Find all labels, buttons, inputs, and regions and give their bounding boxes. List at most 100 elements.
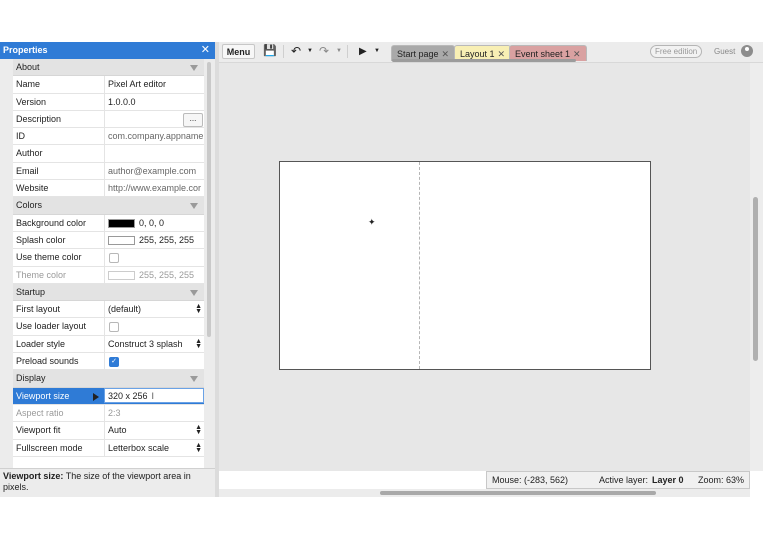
scrollbar-thumb[interactable]: [380, 491, 656, 495]
prop-email[interactable]: Email author@example.com: [13, 162, 204, 181]
first-layout-select[interactable]: (default) ▲ ▼: [104, 301, 204, 319]
select-value: Auto: [108, 425, 127, 436]
layout-vertical-scrollbar[interactable]: [750, 63, 763, 471]
prop-label: Splash color: [16, 234, 66, 245]
prop-name[interactable]: Name Pixel Art editor: [13, 76, 204, 94]
redo-icon[interactable]: ↷: [319, 44, 329, 59]
prop-value: 255, 255, 255: [104, 231, 204, 249]
author-value[interactable]: [105, 148, 108, 158]
loader-style-select[interactable]: Construct 3 splash ▲ ▼: [104, 335, 204, 353]
prop-value: 0, 0, 0: [104, 214, 204, 232]
prop-label: Viewport size: [16, 390, 70, 401]
expand-arrow-icon[interactable]: [93, 392, 99, 401]
prop-loader-style[interactable]: Loader style Construct 3 splash ▲ ▼: [13, 335, 204, 354]
prop-value: 255, 255, 255: [104, 266, 204, 284]
close-icon[interactable]: ✕: [573, 49, 581, 59]
prop-use-loader-layout[interactable]: Use loader layout: [13, 318, 204, 336]
undo-icon[interactable]: ↶: [291, 44, 301, 59]
section-startup[interactable]: Startup: [13, 283, 204, 302]
prop-value: 2:3: [104, 404, 204, 422]
section-display[interactable]: Display: [13, 370, 204, 388]
viewport-size-input[interactable]: 320 x 256 I: [104, 387, 204, 403]
section-label: About: [16, 62, 40, 72]
dropdown-arrow-icon[interactable]: ▼: [336, 44, 342, 59]
text-cursor-icon: I: [151, 390, 155, 401]
layout-canvas[interactable]: ✦: [279, 161, 651, 370]
prop-description[interactable]: Description ...: [13, 110, 204, 129]
section-colors[interactable]: Colors: [13, 197, 204, 215]
prop-first-layout[interactable]: First layout (default) ▲ ▼: [13, 301, 204, 319]
prop-version[interactable]: Version 1.0.0.0: [13, 93, 204, 111]
prop-label: Use loader layout: [16, 321, 87, 332]
aspect-ratio-value: 2:3: [108, 407, 121, 418]
tab-scrollbar[interactable]: [392, 59, 576, 62]
preload-sounds-checkbox[interactable]: ✓: [109, 356, 119, 367]
close-icon[interactable]: ✕: [442, 49, 450, 59]
description-value[interactable]: [105, 114, 108, 124]
prop-label: Description: [16, 113, 62, 124]
zoom-level: Zoom: 63%: [698, 475, 745, 485]
name-value[interactable]: Pixel Art editor: [105, 79, 166, 89]
theme-color-value: 255, 255, 255: [139, 269, 195, 280]
prop-label: First layout: [16, 304, 61, 315]
guest-label[interactable]: Guest: [714, 45, 735, 58]
section-about[interactable]: About: [13, 59, 204, 77]
prop-label: Loader style: [16, 338, 66, 349]
dropdown-arrow-icon[interactable]: ▼: [374, 44, 380, 59]
help-title: Viewport size:: [3, 471, 64, 481]
prop-author[interactable]: Author: [13, 145, 204, 163]
color-swatch[interactable]: [108, 218, 135, 228]
version-value[interactable]: 1.0.0.0: [105, 97, 136, 107]
color-swatch[interactable]: [108, 236, 135, 246]
tab-label: Layout 1: [460, 49, 495, 59]
dropdown-arrow-icon[interactable]: ▼: [307, 44, 313, 59]
website-value[interactable]: http://www.example.cor: [105, 183, 201, 193]
prop-label: Version: [16, 96, 47, 107]
prop-label: Website: [16, 183, 49, 194]
email-value[interactable]: author@example.com: [105, 166, 196, 176]
select-arrows-icon: ▲ ▼: [195, 424, 202, 437]
prop-label: Theme color: [16, 269, 67, 280]
menu-button[interactable]: Menu: [222, 44, 255, 59]
prop-preload-sounds[interactable]: Preload sounds ✓: [13, 353, 204, 371]
free-edition-button[interactable]: Free edition: [650, 45, 703, 58]
bottom-margin: [0, 497, 763, 541]
prop-label: Use theme color: [16, 252, 82, 263]
prop-label: Preload sounds: [16, 356, 79, 367]
user-icon[interactable]: [741, 45, 753, 57]
toolbar-separator: [283, 45, 284, 58]
prop-viewport-fit[interactable]: Viewport fit Auto ▲ ▼: [13, 422, 204, 440]
prop-splash-color[interactable]: Splash color 255, 255, 255: [13, 231, 204, 250]
use-loader-layout-checkbox[interactable]: [109, 322, 119, 333]
edit-description-button[interactable]: ...: [183, 112, 203, 127]
select-arrows-icon: ▲ ▼: [195, 337, 202, 350]
viewport-fit-select[interactable]: Auto ▲ ▼: [104, 422, 204, 440]
layout-horizontal-scrollbar[interactable]: [219, 489, 750, 497]
select-value: Construct 3 splash: [108, 338, 183, 349]
collapse-triangle-icon[interactable]: [190, 203, 198, 210]
active-layer-value: Layer 0: [652, 475, 684, 485]
scrollbar-thumb[interactable]: [753, 197, 758, 361]
prop-theme-color: Theme color 255, 255, 255: [13, 266, 204, 284]
prop-id[interactable]: ID com.company.appname: [13, 128, 204, 146]
tab-label: Event sheet 1: [515, 49, 571, 59]
close-icon[interactable]: ✕: [498, 49, 506, 59]
properties-panel: Properties ✕ About Name Pixel Art editor…: [0, 42, 215, 497]
prop-website[interactable]: Website http://www.example.cor: [13, 180, 204, 198]
use-theme-color-checkbox[interactable]: [109, 252, 119, 263]
collapse-triangle-icon[interactable]: [190, 65, 198, 71]
background-color-value: 0, 0, 0: [139, 217, 165, 228]
properties-scrollbar[interactable]: [207, 62, 211, 337]
prop-fullscreen-mode[interactable]: Fullscreen mode Letterbox scale ▲ ▼: [13, 439, 204, 457]
id-value[interactable]: com.company.appname: [105, 131, 203, 141]
fullscreen-mode-select[interactable]: Letterbox scale ▲ ▼: [104, 439, 204, 457]
prop-viewport-size[interactable]: Viewport size 320 x 256 I: [13, 387, 204, 405]
prop-value[interactable]: ...: [104, 110, 204, 128]
close-icon[interactable]: ✕: [201, 42, 210, 59]
save-icon[interactable]: 💾: [263, 44, 277, 59]
collapse-triangle-icon[interactable]: [190, 289, 198, 296]
prop-background-color[interactable]: Background color 0, 0, 0: [13, 214, 204, 232]
prop-use-theme-color[interactable]: Use theme color: [13, 249, 204, 267]
collapse-triangle-icon[interactable]: [190, 376, 198, 383]
play-icon[interactable]: ▶: [359, 44, 367, 59]
